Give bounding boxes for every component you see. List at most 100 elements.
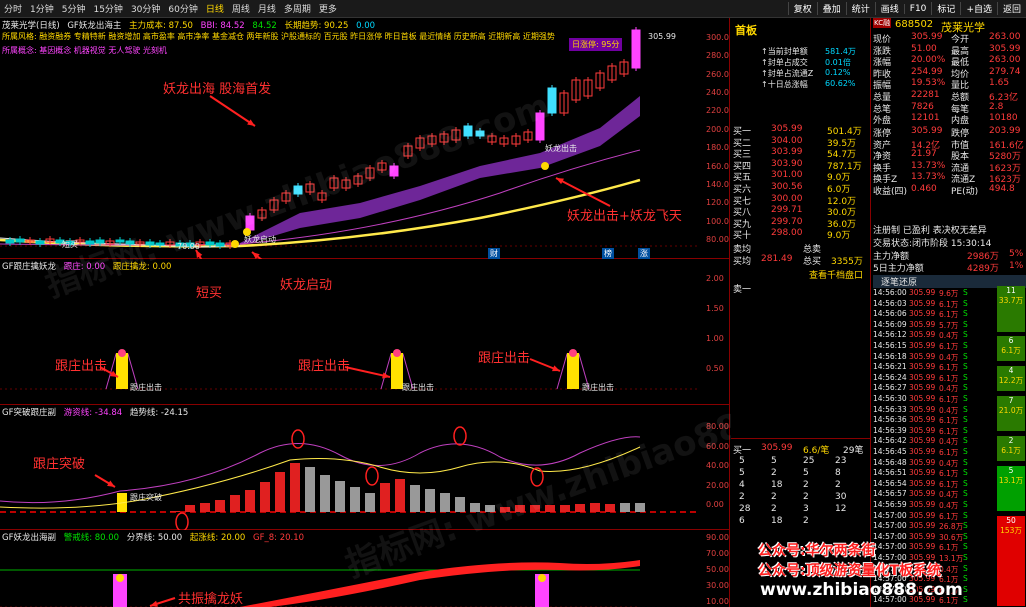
period-tab-10[interactable]: 更多 [315, 2, 341, 15]
tick-volume: 0.4万 [939, 384, 959, 394]
candle [15, 238, 25, 243]
chart-area[interactable]: 茂莱光学(日线) GF妖龙出海主 主力成本: 87.50 BBI: 84.52 … [0, 18, 855, 607]
tick-volume: 0.4万 [939, 501, 959, 510]
toolbar-button-5[interactable]: 标记 [931, 2, 960, 15]
tick-time: 14:56:06 [873, 309, 907, 319]
quote-stat-value: 0.01倍 [825, 58, 851, 67]
toolbar-button-3[interactable]: 画线 [874, 2, 904, 15]
y-tick: 50.00 [706, 565, 729, 574]
toolbar-button-7[interactable]: 返回 [996, 2, 1026, 15]
aggregate-volume: 33.7万 [998, 296, 1024, 305]
aggregate-count: 50 [1006, 516, 1016, 525]
resonance-band [240, 560, 640, 607]
annotation-arrowhead [150, 600, 158, 607]
tick-volume: 6.1万 [939, 479, 959, 489]
tick-volume: 6.1万 [939, 543, 959, 553]
period-tab-6[interactable]: 日线 [202, 2, 228, 15]
queue-cell: 2 [771, 492, 777, 502]
panel4-sub1: 警戒线: 80.00 [63, 533, 120, 543]
aggregate-count: 11 [1006, 286, 1016, 295]
period-tab-3[interactable]: 15分钟 [89, 2, 126, 15]
breakout-bar [410, 485, 420, 512]
period-tab-9[interactable]: 多周期 [280, 2, 315, 15]
event-marker[interactable]: 涨 [638, 248, 650, 259]
period-tab-1[interactable]: 1分钟 [26, 2, 58, 15]
queue-cell: 3 [803, 504, 809, 514]
toolbar-button-4[interactable]: F10 [903, 3, 932, 14]
tick-side: S [963, 415, 968, 425]
tick-price: 305.99 [909, 468, 936, 478]
queue-cell: 6 [739, 516, 745, 526]
quote-stat-value: 581.4万 [825, 47, 856, 56]
main-kline-panel[interactable]: 茂莱光学(日线) GF妖龙出海主 主力成本: 87.50 BBI: 84.52 … [0, 18, 730, 259]
toolbar-button-0[interactable]: 复权 [787, 2, 817, 15]
info-value: 305.99 [989, 43, 1021, 54]
y-tick: 280.0 [706, 51, 729, 61]
stock-label: 茂莱光学(日线) [2, 21, 60, 31]
cost-label: 主力成本: 87.50 [129, 21, 193, 31]
panel4-name: GF妖龙出海副 [2, 533, 56, 543]
period-tab-0[interactable]: 分时 [0, 2, 26, 15]
tick-side: S [963, 595, 968, 605]
info-value: 22281 [911, 90, 940, 100]
buy-level-price: 300.00 [771, 193, 803, 204]
tick-time: 14:56:54 [873, 478, 907, 488]
tick-price: 305.99 [909, 351, 936, 361]
tick-side: S [963, 542, 968, 552]
breakout-bar [620, 503, 630, 512]
breakout-bar [200, 503, 210, 512]
tick-side: S [963, 447, 968, 456]
period-tab-5[interactable]: 60分钟 [164, 2, 201, 15]
aggregate-bar: 5 13.1万 [997, 466, 1025, 511]
tick-side: S [963, 531, 968, 541]
tick-price: 305.99 [909, 510, 936, 520]
event-marker[interactable]: 财 [488, 248, 500, 259]
buy-level-price: 304.00 [771, 135, 803, 146]
candle [631, 29, 641, 69]
event-marker[interactable]: 榜 [602, 248, 614, 259]
tick-side: S [963, 510, 968, 520]
queue-cell: 2 [771, 468, 777, 478]
tick-volume: 0.4万 [939, 564, 959, 574]
tick-price: 305.99 [909, 542, 936, 552]
buy-level-label: 买十 [733, 231, 752, 242]
toolbar-button-2[interactable]: 统计 [845, 2, 875, 15]
period-tab-2[interactable]: 5分钟 [58, 2, 90, 15]
quote-stat-label: ↑十日总涨幅 [761, 80, 808, 89]
signal-marker [541, 162, 549, 170]
toolbar-button-6[interactable]: +自选 [960, 2, 997, 15]
aggregate-bar: 7 21.0万 [997, 396, 1025, 431]
tick-volume: 0.4万 [939, 352, 959, 362]
view-depth-link[interactable]: 查看千档盘口 [809, 268, 863, 281]
candle [35, 240, 45, 245]
tick-volume: 0.4万 [939, 458, 959, 468]
queue-cell: 2 [835, 480, 841, 490]
tick-time: 14:56:59 [873, 500, 907, 509]
main-net5-label: 5日主力净额 [873, 264, 924, 274]
panel4-title: GF妖龙出海副 警戒线: 80.00 分界线: 50.00 起涨线: 20.00… [2, 531, 309, 543]
tick-time: 14:56:51 [873, 468, 907, 478]
period-tab-4[interactable]: 30分钟 [127, 2, 164, 15]
tick-side: S [963, 404, 968, 414]
period-tab-8[interactable]: 月线 [254, 2, 280, 15]
y-tick: 90.00 [706, 533, 729, 542]
toolbar-button-1[interactable]: 叠加 [816, 2, 846, 15]
aggregate-volume: 6.1万 [1001, 446, 1021, 455]
tick-time: 14:56:21 [873, 362, 907, 372]
info-label: 收益(四) [873, 187, 908, 197]
tick-side: S [963, 574, 968, 584]
breakout-bar-label: 跟庄突破 [130, 493, 162, 502]
info-value: 0.460 [911, 184, 937, 194]
resonance-annotation: 共振擒龙妖 [178, 592, 244, 607]
follow-bar-cap [569, 349, 577, 357]
tick-time: 14:56:00 [873, 288, 907, 297]
dragon-fly-annotation: 妖龙出击+妖龙飞天 [567, 209, 682, 224]
tick-volume: 6.1万 [939, 310, 959, 320]
info-value: 203.99 [989, 126, 1021, 136]
resonance-cap [538, 574, 546, 582]
info-value: 279.74 [989, 66, 1021, 77]
gzh-watermark-1: 公众号:华尔两条街 [758, 543, 876, 559]
stock-code: 688502 [895, 19, 934, 30]
info-value: 263.00 [989, 32, 1021, 42]
period-tab-7[interactable]: 周线 [228, 2, 254, 15]
